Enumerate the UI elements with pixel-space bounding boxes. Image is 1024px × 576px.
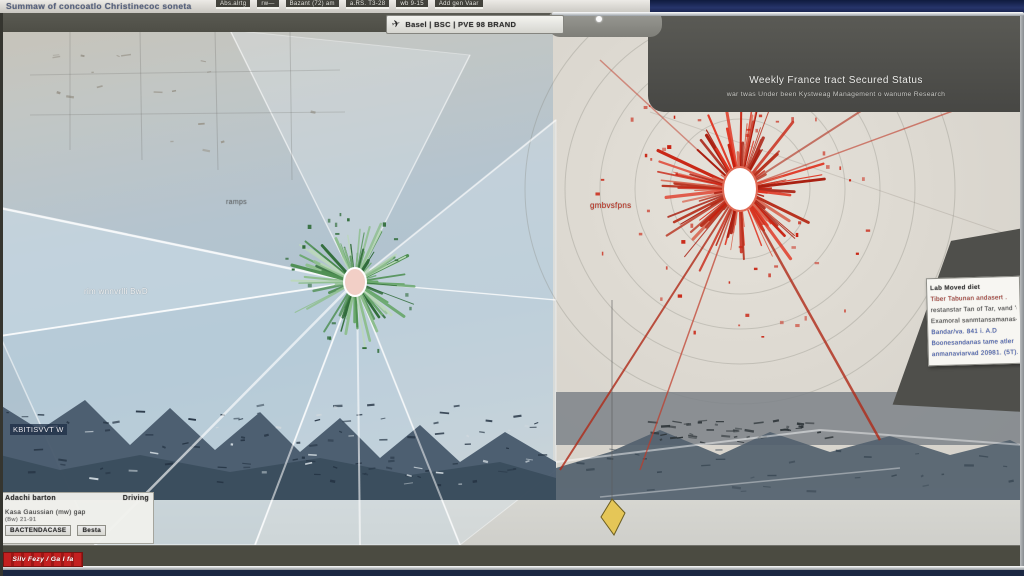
legend-title: Adachi barton	[5, 495, 56, 502]
menu-item[interactable]: Add gen Vaar	[435, 0, 483, 9]
menu-item[interactable]: wb 9-15	[396, 0, 427, 9]
legend-line: Kasa Gaussian (mw) gap	[5, 509, 149, 516]
menu-bar: Abs.alrtg rw— Bazant (72) am a.RS. T3-28…	[216, 0, 652, 12]
plane-icon: ✈	[391, 18, 401, 31]
menu-item[interactable]: Bazant (72) am	[286, 0, 339, 9]
map-label-faint: rim wnnvrlli BwD	[84, 287, 148, 296]
overlay-title: Weekly France tract Secured Status	[749, 75, 922, 86]
legend-button-1[interactable]: BACTENDACASE	[5, 525, 71, 536]
info-line: anmanaviarvad 20981. (5T).	[932, 347, 1018, 360]
legend-button-2[interactable]: Besta	[77, 525, 106, 536]
map-sign-label: KBITISVVT W	[10, 424, 67, 435]
route-tab-label: Basel | BSC | PVE 98 BRAND	[405, 20, 516, 29]
map-label-red: gmbvsfpns	[590, 201, 631, 210]
legend-subline: (Bw) 21-91	[5, 517, 149, 523]
window-edge-right[interactable]	[1020, 13, 1024, 566]
legend-panel[interactable]: Adachi barton Driving Kasa Gaussian (mw)…	[0, 492, 154, 544]
bottom-navy-strip	[0, 570, 1024, 576]
status-overlay-panel: Weekly France tract Secured Status war t…	[648, 15, 1024, 112]
window-edge-left	[0, 0, 3, 576]
map-label-gray: ramps	[226, 199, 247, 206]
route-tab[interactable]: ✈ Basel | BSC | PVE 98 BRAND	[386, 15, 564, 34]
app-window: rim wnnvrlli BwD gmbvsfpns ramps KBITISV…	[0, 0, 1024, 576]
info-tooltip-panel[interactable]: Lab Moved diet Tiber Tabunan andasert . …	[926, 276, 1022, 366]
menu-item[interactable]: Abs.alrtg	[216, 0, 250, 9]
status-dot	[596, 16, 602, 22]
menu-item[interactable]: a.RS. T3-28	[346, 0, 390, 9]
window-title: Summaw of concoatlo Christinecoc soneta	[6, 1, 192, 11]
overlay-subtitle: war twas Under been Kystweag Management …	[727, 91, 945, 98]
taskbar	[0, 545, 1024, 567]
divider-line	[552, 12, 1024, 16]
menu-item[interactable]: rw—	[257, 0, 278, 9]
legend-mode: Driving	[123, 495, 149, 502]
red-brand-badge[interactable]: Silv Fezy / Ga I fa	[3, 552, 83, 567]
